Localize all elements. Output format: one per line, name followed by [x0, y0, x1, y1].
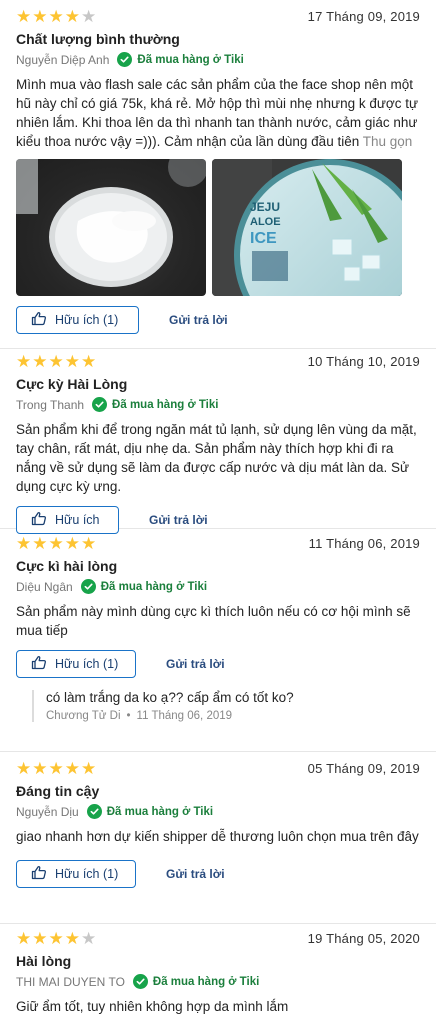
check-circle-icon — [80, 579, 96, 594]
review-date: 05 Tháng 09, 2019 — [307, 761, 420, 776]
product-label: JEJU — [250, 200, 280, 214]
product-label: ALOE — [250, 216, 281, 228]
review-content: Sản phẩm này mình dùng cực kì thích luôn… — [16, 604, 411, 638]
check-circle-icon — [86, 804, 102, 819]
reply-date: 11 Tháng 06, 2019 — [136, 710, 233, 722]
reply-text: có làm trắng da ko ạ?? cấp ẩm có tốt ko? — [46, 690, 294, 705]
review-card: ★ ★ ★ ★ ★ 19 Tháng 05, 2020 Hài lòng THI MAI… — [0, 924, 436, 1024]
star-filled-icon: ★ — [48, 534, 64, 553]
star-filled-icon: ★ — [64, 352, 80, 371]
star-filled-icon: ★ — [48, 929, 64, 948]
helpful-button[interactable]: Hữu ích (1) — [16, 650, 136, 678]
reply-link[interactable]: Gửi trả lời — [149, 513, 208, 527]
review-author: THI MAI DUYEN TO — [16, 974, 125, 989]
review-card: ★ ★ ★ ★ ★ 05 Tháng 09, 2019 Đáng tin cậy Ngu… — [0, 752, 436, 924]
check-circle-icon — [92, 397, 108, 412]
review-author: Diệu Ngân — [16, 579, 73, 594]
product-label: ICE — [250, 230, 277, 247]
review-photo[interactable]: JEJU ALOE ICE — [212, 159, 402, 296]
star-filled-icon: ★ — [48, 7, 64, 26]
helpful-button[interactable]: Hữu ích (1) — [16, 306, 139, 334]
review-author: Nguyễn Diệp Anh — [16, 52, 110, 67]
star-filled-icon: ★ — [32, 7, 48, 26]
review-content: Mình mua vào flash sale các sản phẩm của… — [16, 77, 419, 149]
star-rating: ★ ★ ★ ★ ★ — [16, 8, 96, 25]
helpful-label: Hữu ích (1) — [55, 313, 119, 327]
review-card: ★ ★ ★ ★ ★ 10 Tháng 10, 2019 Cực kỳ Hài Lòng … — [0, 349, 436, 534]
review-date: 10 Tháng 10, 2019 — [307, 354, 420, 369]
verified-purchase-badge: Đã mua hàng ở Tiki — [152, 975, 260, 988]
review-content: Sản phẩm khi để trong ngăn mát tủ lạnh, … — [16, 422, 417, 494]
star-filled-icon: ★ — [16, 759, 32, 778]
star-empty-icon: ★ — [81, 7, 97, 26]
star-empty-icon: ★ — [81, 929, 97, 948]
reply-link[interactable]: Gửi trả lời — [166, 867, 225, 881]
star-filled-icon: ★ — [16, 7, 32, 26]
star-filled-icon: ★ — [16, 929, 32, 948]
review-date: 11 Tháng 06, 2019 — [308, 536, 420, 551]
check-circle-icon — [132, 974, 148, 989]
thumbs-up-icon — [31, 311, 55, 329]
reply-link[interactable]: Gửi trả lời — [169, 313, 228, 327]
star-rating: ★ ★ ★ ★ ★ — [16, 760, 96, 777]
review-date: 17 Tháng 09, 2019 — [307, 9, 420, 24]
helpful-label: Hữu ích (1) — [55, 867, 119, 881]
star-filled-icon: ★ — [81, 352, 97, 371]
star-filled-icon: ★ — [81, 759, 97, 778]
review-title: Đáng tin cậy — [16, 783, 100, 799]
thumbs-up-icon — [31, 865, 55, 883]
check-circle-icon — [117, 52, 133, 67]
review-author: Nguyễn Dịu — [16, 804, 79, 819]
star-filled-icon: ★ — [81, 534, 97, 553]
helpful-button[interactable]: Hữu ích (1) — [16, 860, 136, 888]
review-title: Hài lòng — [16, 953, 72, 969]
helpful-label: Hữu ích — [55, 513, 100, 527]
star-rating: ★ ★ ★ ★ ★ — [16, 353, 96, 370]
star-rating: ★ ★ ★ ★ ★ — [16, 535, 96, 552]
review-title: Cực kì hài lòng — [16, 558, 118, 574]
review-content: Giữ ẩm tốt, tuy nhiên không hợp da mình … — [16, 999, 289, 1014]
review-card: ★ ★ ★ ★ ★ 11 Tháng 06, 2019 Cực kì hài lòng … — [0, 529, 436, 752]
thumbs-up-icon — [31, 511, 55, 529]
review-title: Chất lượng bình thường — [16, 31, 180, 47]
reply-comment: có làm trắng da ko ạ?? cấp ẩm có tốt ko?… — [32, 690, 420, 722]
star-filled-icon: ★ — [32, 352, 48, 371]
review-author: Trong Thanh — [16, 397, 85, 412]
star-filled-icon: ★ — [64, 7, 80, 26]
star-filled-icon: ★ — [32, 534, 48, 553]
thumbs-up-icon — [31, 655, 55, 673]
reply-link[interactable]: Gửi trả lời — [166, 657, 225, 671]
star-filled-icon: ★ — [48, 759, 64, 778]
star-filled-icon: ★ — [64, 534, 80, 553]
star-filled-icon: ★ — [16, 352, 32, 371]
review-title: Cực kỳ Hài Lòng — [16, 376, 128, 392]
verified-purchase-badge: Đã mua hàng ở Tiki — [106, 805, 214, 818]
reply-separator: • — [126, 710, 131, 722]
review-photo[interactable] — [16, 159, 206, 296]
star-filled-icon: ★ — [64, 929, 80, 948]
star-rating: ★ ★ ★ ★ ★ — [16, 930, 96, 947]
star-filled-icon: ★ — [32, 929, 48, 948]
verified-purchase-badge: Đã mua hàng ở Tiki — [137, 53, 244, 66]
collapse-link[interactable]: Thu gọn — [363, 134, 413, 149]
star-filled-icon: ★ — [64, 759, 80, 778]
verified-purchase-badge: Đã mua hàng ở Tiki — [100, 580, 208, 593]
reply-author: Chương Tử Di — [46, 710, 121, 722]
review-content: giao nhanh hơn dự kiến shipper dễ thương… — [16, 829, 419, 844]
star-filled-icon: ★ — [48, 352, 64, 371]
review-card: ★ ★ ★ ★ ★ 17 Tháng 09, 2019 Chất lượng bình … — [0, 0, 436, 349]
verified-purchase-badge: Đã mua hàng ở Tiki — [112, 398, 219, 411]
helpful-label: Hữu ích (1) — [55, 657, 119, 671]
star-filled-icon: ★ — [16, 534, 32, 553]
review-date: 19 Tháng 05, 2020 — [307, 931, 420, 946]
star-filled-icon: ★ — [32, 759, 48, 778]
